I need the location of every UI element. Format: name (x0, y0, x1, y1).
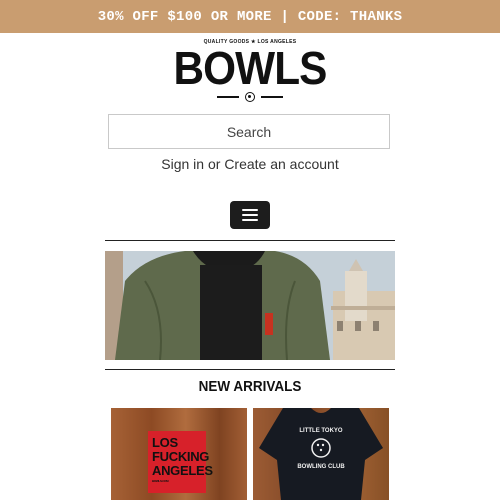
sign-in-link[interactable]: Sign in (161, 156, 204, 172)
promo-text: 30% OFF $100 OR MORE | CODE: THANKS (97, 8, 403, 25)
product-image: LITTLE TOKYO BOWLING CLUB (259, 408, 383, 500)
product-card[interactable]: LOS FUCKING ANGELES BOWLS.COM (111, 408, 247, 500)
search-input[interactable] (108, 114, 390, 149)
hamburger-icon (242, 209, 258, 211)
hero-image (105, 251, 395, 360)
site-logo[interactable]: QUALITY GOODS ★ LOS ANGELES BOWLS (0, 37, 500, 107)
logo-ornament (0, 92, 500, 102)
hero-banner[interactable] (105, 251, 395, 360)
svg-text:LITTLE TOKYO: LITTLE TOKYO (299, 428, 343, 434)
logo-wordmark: BOWLS (173, 42, 328, 94)
product-image: LOS FUCKING ANGELES BOWLS.COM (148, 431, 213, 493)
new-arrivals-title: NEW ARRIVALS (198, 378, 302, 395)
account-or-text: or (204, 156, 225, 172)
menu-button[interactable] (230, 201, 270, 229)
divider (105, 240, 395, 241)
svg-text:BOWLING CLUB: BOWLING CLUB (297, 464, 345, 470)
bowling-ball-icon (245, 92, 255, 102)
account-links: Sign in or Create an account (0, 156, 500, 172)
promo-banner: 30% OFF $100 OR MORE | CODE: THANKS (0, 0, 500, 33)
divider (105, 369, 395, 370)
create-account-link[interactable]: Create an account (224, 156, 338, 172)
product-card[interactable]: LITTLE TOKYO BOWLING CLUB (253, 408, 389, 500)
